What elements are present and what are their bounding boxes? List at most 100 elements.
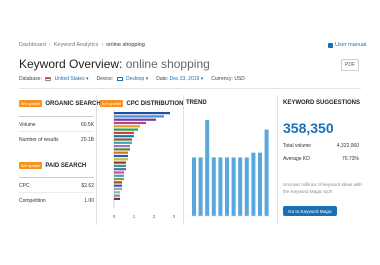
organic-results-row: Number of results 20.1B — [19, 137, 94, 143]
row-value: $2.62 — [81, 183, 94, 189]
trend-title: TREND — [186, 100, 207, 106]
cpc-bar — [114, 168, 126, 171]
row-value: 20.1B — [80, 137, 94, 143]
desktop-icon — [116, 76, 123, 81]
device-value: Desktop — [125, 76, 145, 82]
keyword-suggestions-title: KEYWORD SUGGESTIONS — [283, 100, 361, 106]
keyword-magic-button[interactable]: Go to Keyword Magic — [283, 206, 337, 216]
chevron-down-icon: ▾ — [86, 76, 89, 82]
pdf-button[interactable]: PDF — [341, 59, 359, 71]
trend-bar — [218, 157, 223, 216]
database-label: Database: — [19, 76, 42, 82]
cpc-bar — [114, 181, 122, 184]
page-title-keyword: online shopping — [125, 57, 210, 71]
cpc-bar — [114, 171, 124, 174]
row-value: 60.5K — [80, 122, 94, 128]
cpc-distribution-title: CPC DISTRIBUTION — [126, 100, 184, 107]
chevron-down-icon: ▾ — [200, 76, 204, 82]
cpc-bar — [114, 141, 132, 144]
row-value: 70.73% — [342, 156, 359, 162]
panel-divider — [183, 95, 184, 225]
user-manual-label: User manual — [335, 42, 367, 48]
row-label: Average KD — [283, 156, 310, 162]
cpc-bar — [114, 187, 122, 191]
keyword-suggestions-total[interactable]: 358,350 — [283, 120, 334, 136]
breadcrumb: Dashboard › Keyword Analytics › online s… — [19, 42, 145, 48]
date-filter[interactable]: Date: Dec 23, 2019 ▾ — [156, 76, 203, 82]
book-icon — [328, 42, 333, 48]
cpc-bar — [114, 128, 138, 131]
trend-bar — [211, 157, 216, 216]
cpc-bar — [114, 194, 120, 197]
cpc-bar — [114, 138, 132, 141]
paid-cpc-row: CPC $2.62 — [19, 183, 94, 189]
trend-header: TREND — [186, 100, 207, 106]
cpc-bar — [114, 158, 128, 161]
trend-bar — [244, 157, 249, 216]
cpc-bar — [114, 115, 164, 118]
trend-bar — [231, 157, 236, 216]
trend-bar — [225, 157, 229, 216]
breadcrumb-separator: › — [101, 42, 104, 48]
cpc-bar — [114, 145, 130, 148]
row-divider — [19, 131, 94, 132]
row-value: 4,322,060 — [336, 143, 359, 149]
chevron-down-icon: ▾ — [145, 76, 149, 82]
breadcrumb-keyword-analytics[interactable]: Keyword Analytics — [54, 42, 99, 48]
cpc-bar — [114, 118, 156, 121]
x-tick-label: 2 — [153, 214, 156, 219]
database-value: United States — [54, 76, 85, 82]
cpc-distribution-chart: 0 1 2 3 — [113, 110, 176, 219]
panel-divider — [277, 95, 278, 225]
organic-search-title: ORGANIC SEARCH — [45, 100, 101, 107]
cpc-bar — [114, 161, 126, 164]
x-tick-label: 1 — [133, 214, 136, 219]
cpc-bar — [114, 148, 130, 151]
user-manual-link[interactable]: User manual — [328, 42, 366, 48]
row-divider — [19, 192, 94, 193]
paid-search-title: PAID SEARCH — [45, 162, 87, 169]
row-label: Number of results — [19, 137, 59, 143]
row-label: CPC — [19, 183, 30, 189]
row-value: 1.00 — [84, 198, 94, 204]
cpc-bar — [114, 125, 140, 128]
cpc-bar — [114, 131, 134, 134]
device-label: Device: — [96, 76, 114, 82]
trend-bar — [238, 157, 243, 216]
average-kd-row: Average KD 70.73% — [283, 156, 359, 162]
page-title: Keyword Overview: online shopping — [19, 57, 210, 71]
cpc-bar — [114, 178, 124, 181]
database-filter[interactable]: Database: United States ▾ — [19, 76, 89, 82]
cpc-bar — [114, 191, 120, 194]
trend-chart — [188, 120, 273, 217]
breadcrumb-dashboard[interactable]: Dashboard — [19, 42, 46, 48]
cpc-bar — [114, 174, 124, 177]
organic-search-header: live update ORGANIC SEARCH — [19, 100, 101, 107]
cpc-bar — [114, 184, 122, 187]
keyword-magic-note: Uncover millions of keyword ideas with t… — [283, 182, 362, 194]
live-update-badge: live update — [19, 162, 43, 169]
cpc-bar — [114, 154, 128, 158]
cpc-bar — [114, 135, 134, 138]
trend-bar — [251, 152, 256, 216]
currency-value: USD — [234, 76, 245, 82]
currency-label: Currency: — [211, 76, 233, 82]
cpc-distribution-header: live update CPC DISTRIBUTION — [100, 100, 183, 107]
row-label: Competition — [19, 198, 46, 204]
paid-search-header: live update PAID SEARCH — [19, 162, 86, 169]
total-volume-row: Total volume 4,322,060 — [283, 143, 359, 149]
row-label: Total volume — [283, 143, 312, 149]
keyword-suggestions-header: KEYWORD SUGGESTIONS — [283, 100, 360, 106]
cpc-bar — [114, 121, 146, 125]
row-label: Volume — [19, 122, 36, 128]
paid-competition-row: Competition 1.00 — [19, 198, 94, 204]
trend-bar — [264, 129, 269, 216]
cpc-bar — [114, 197, 120, 200]
page-title-prefix: Keyword Overview: — [19, 57, 123, 71]
device-filter[interactable]: Device: Desktop ▾ — [97, 76, 149, 82]
cpc-bar — [114, 151, 128, 154]
currency-filter: Currency: USD — [211, 76, 245, 82]
trend-bar — [198, 157, 203, 216]
trend-bar — [258, 152, 262, 216]
live-update-badge: live update — [100, 100, 124, 107]
